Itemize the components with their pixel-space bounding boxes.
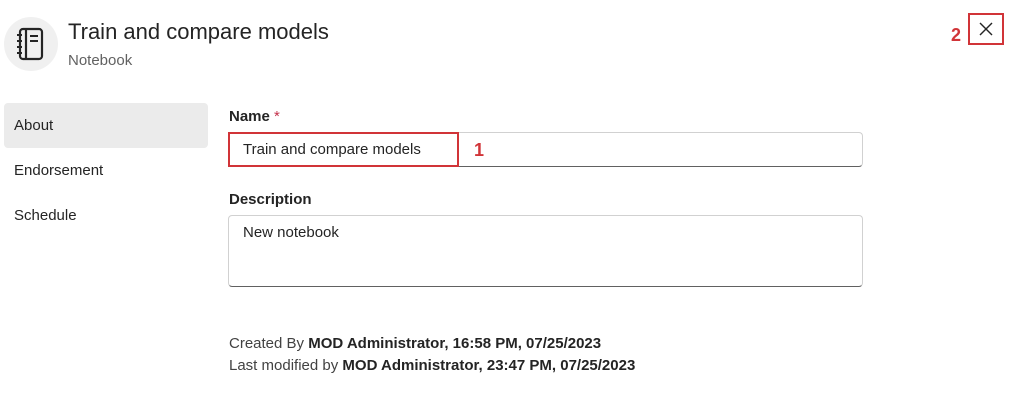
created-by-prefix: Created By (229, 335, 309, 352)
last-modified-prefix: Last modified by (229, 357, 343, 374)
sidebar-nav: About Endorsement Schedule (4, 103, 208, 238)
created-by-info: Created By MOD Administrator, 16:58 PM, … (229, 334, 601, 354)
sidebar-item-about[interactable]: About (4, 103, 208, 148)
required-indicator: * (274, 108, 280, 125)
sidebar-item-endorsement[interactable]: Endorsement (4, 148, 208, 193)
description-input[interactable]: New notebook (228, 215, 863, 287)
notebook-settings-panel: Train and compare models Notebook 2 Abou… (0, 0, 1018, 409)
created-by-value: MOD Administrator, 16:58 PM, 07/25/2023 (308, 335, 602, 352)
last-modified-info: Last modified by MOD Administrator, 23:4… (229, 356, 635, 376)
description-field-label: Description (229, 191, 312, 208)
notebook-icon (4, 17, 58, 71)
sidebar-item-label: About (14, 117, 54, 134)
sidebar-item-label: Endorsement (14, 162, 104, 179)
close-button[interactable] (968, 13, 1004, 45)
annotation-marker-1: 1 (474, 140, 485, 160)
description-input-value[interactable]: New notebook (243, 224, 339, 241)
annotation-marker-2: 2 (951, 25, 962, 45)
name-input-value[interactable]: Train and compare models (243, 141, 421, 159)
last-modified-value: MOD Administrator, 23:47 PM, 07/25/2023 (342, 357, 636, 374)
page-title: Train and compare models (68, 19, 329, 44)
sidebar-item-schedule[interactable]: Schedule (4, 193, 208, 238)
close-icon (979, 22, 993, 36)
name-field-label: Name * (229, 107, 280, 127)
item-type-label: Notebook (68, 52, 133, 69)
name-label-text: Name (229, 108, 270, 125)
sidebar-item-label: Schedule (14, 207, 77, 224)
